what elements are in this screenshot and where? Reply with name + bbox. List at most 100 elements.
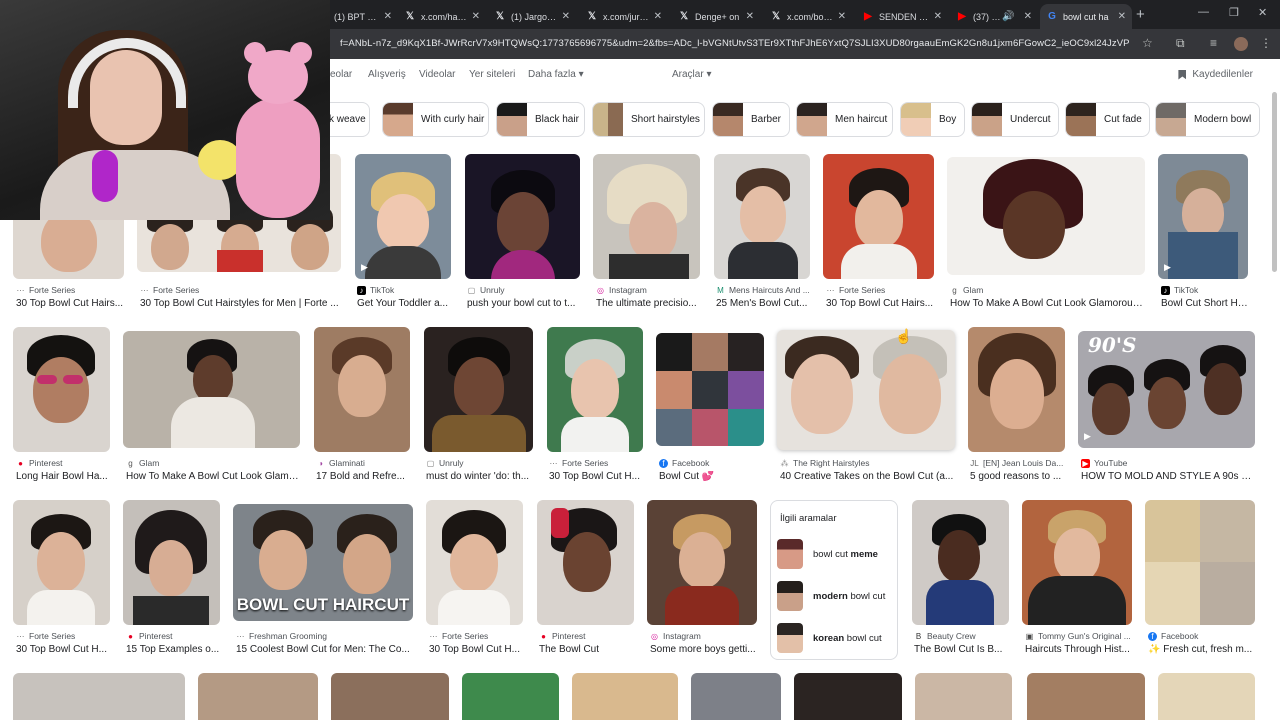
result-source[interactable]: ● Pinterest [126, 631, 222, 641]
result-source[interactable]: ♪ TikTok [357, 285, 453, 295]
result-caption[interactable]: 25 Men's Bowl Cut... [716, 298, 812, 309]
result-image[interactable] [13, 673, 185, 720]
result-caption[interactable]: 15 Coolest Bowl Cut for Men: The Co... [236, 644, 414, 655]
result-source[interactable]: JL [EN] Jean Louis Da... [970, 458, 1066, 468]
result-caption[interactable]: The Bowl Cut Is B... [914, 644, 1010, 655]
result-image[interactable] [572, 673, 678, 720]
nav-shopping[interactable]: Alışveriş [368, 69, 406, 80]
result-caption[interactable]: ✨ Fresh cut, fresh m... [1148, 644, 1256, 655]
result-caption[interactable]: Get Your Toddler a... [357, 298, 453, 309]
result-image[interactable] [947, 157, 1145, 275]
close-window-icon[interactable]: ✕ [1258, 6, 1267, 19]
result-source[interactable]: ● Pinterest [16, 458, 112, 468]
result-caption[interactable]: 30 Top Bowl Cut Hairs... [16, 298, 126, 309]
result-source[interactable]: ♪ TikTok [1161, 285, 1251, 295]
restore-icon[interactable]: ❐ [1229, 6, 1239, 19]
chip-short-hairstyles[interactable]: Short hairstyles [592, 102, 705, 137]
nav-more[interactable]: Daha fazla ▾ [528, 69, 584, 80]
chip-cut-fade[interactable]: Cut fade [1065, 102, 1150, 137]
result-image[interactable] [593, 154, 700, 279]
result-image[interactable] [1145, 500, 1255, 625]
browser-tab[interactable]: 𝕏x.com/jurnal ✕ [580, 4, 668, 29]
result-image[interactable]: ▶ [355, 154, 451, 279]
result-caption[interactable]: 30 Top Bowl Cut Hairs... [826, 298, 934, 309]
browser-tab[interactable]: 𝕏 (1) Jargon o ✕ [488, 4, 576, 29]
result-image[interactable] [462, 673, 559, 720]
result-caption[interactable]: 30 Top Bowl Cut H... [429, 644, 525, 655]
chip-modern-bowl[interactable]: Modern bowl [1155, 102, 1260, 137]
result-source[interactable]: ⁂ The Right Hairstyles [780, 458, 956, 468]
close-icon[interactable]: ✕ [562, 11, 570, 22]
chip-men-haircut[interactable]: Men haircut [796, 102, 893, 137]
result-image[interactable] [1158, 673, 1255, 720]
result-image[interactable] [1027, 673, 1145, 720]
result-caption[interactable]: HOW TO MOLD AND STYLE A 90s B... [1081, 471, 1256, 482]
result-image[interactable] [13, 500, 110, 625]
nav-videos[interactable]: Videolar [419, 69, 456, 80]
result-image[interactable] [424, 327, 533, 452]
result-source[interactable]: M Mens Haircuts And ... [716, 285, 812, 295]
result-image[interactable] [198, 673, 318, 720]
chip-barber[interactable]: Barber [712, 102, 790, 137]
result-image[interactable] [547, 327, 643, 452]
result-image[interactable]: BOWL CUT HAIRCUT [233, 504, 413, 621]
result-source[interactable]: ▢ Unruly [426, 458, 534, 468]
profile-avatar[interactable] [1234, 37, 1248, 51]
result-source[interactable]: ● Pinterest [539, 631, 635, 641]
result-caption[interactable]: 5 good reasons to ... [970, 471, 1066, 482]
result-caption[interactable]: push your bowl cut to t... [467, 298, 581, 309]
result-caption[interactable]: Bowl Cut 💕 [659, 471, 765, 482]
result-caption[interactable]: must do winter 'do: th... [426, 471, 534, 482]
nav-videos-partial[interactable]: eolar [330, 69, 352, 80]
result-source[interactable]: ⋯ Freshman Grooming [236, 631, 414, 641]
result-image[interactable] [537, 500, 634, 625]
result-source[interactable]: ◑ Glaminati [316, 458, 412, 468]
related-search-item[interactable]: modern bowl cut [777, 580, 895, 612]
menu-kebab-icon[interactable]: ⋮ [1260, 36, 1272, 50]
close-icon[interactable]: ✕ [934, 11, 942, 22]
result-image[interactable] [465, 154, 580, 279]
result-source[interactable]: f Facebook [1148, 631, 1256, 641]
close-icon[interactable]: ✕ [746, 11, 754, 22]
result-caption[interactable]: 40 Creative Takes on the Bowl Cut (a... [780, 471, 956, 482]
extensions-icon[interactable]: ⧉ [1176, 36, 1185, 51]
result-caption[interactable]: How To Make A Bowl Cut Look Glamo... [126, 471, 302, 482]
browser-tab[interactable]: (1) BPT on X ✕ [328, 4, 398, 29]
result-caption[interactable]: Long Hair Bowl Ha... [16, 471, 112, 482]
related-search-item[interactable]: bowl cut meme [777, 538, 895, 570]
result-source[interactable]: ⋯ Forte Series [16, 631, 112, 641]
result-image[interactable] [314, 327, 410, 452]
star-icon[interactable]: ☆ [1142, 36, 1153, 50]
result-source[interactable]: g Glam [126, 458, 302, 468]
result-source[interactable]: ⋯ Forte Series [549, 458, 645, 468]
result-image[interactable] [968, 327, 1065, 452]
result-source[interactable]: ▣ Tommy Gun's Original ... [1025, 631, 1133, 641]
minimize-icon[interactable]: — [1198, 6, 1209, 18]
result-image[interactable] [794, 673, 902, 720]
result-source[interactable]: ▢ Unruly [467, 285, 581, 295]
result-source[interactable]: ▶ YouTube [1081, 458, 1256, 468]
result-caption[interactable]: How To Make A Bowl Cut Look Glamorous ..… [950, 298, 1145, 309]
result-image[interactable] [123, 331, 300, 448]
result-caption[interactable]: 30 Top Bowl Cut H... [16, 644, 112, 655]
speaker-icon[interactable]: 🔊 [1002, 11, 1014, 23]
browser-tab[interactable]: 𝕏x.com/hallkt ✕ [398, 4, 486, 29]
close-icon[interactable]: ✕ [384, 11, 392, 22]
result-image[interactable] [656, 333, 764, 446]
result-source[interactable]: f Facebook [659, 458, 765, 468]
saved-button[interactable]: Kaydedilenler [1178, 69, 1253, 80]
result-image[interactable] [823, 154, 934, 279]
browser-tab[interactable]: 𝕏x.com/bosun ✕ [764, 4, 852, 29]
chip-boy[interactable]: Boy [900, 102, 965, 137]
result-caption[interactable]: Bowl Cut Short Hai... [1161, 298, 1251, 309]
result-image[interactable] [1022, 500, 1132, 625]
result-image-hovered[interactable] [777, 330, 955, 450]
result-image[interactable]: ▶ [1158, 154, 1248, 279]
result-caption[interactable]: 30 Top Bowl Cut Hairstyles for Men | For… [140, 298, 340, 309]
result-image[interactable] [714, 154, 810, 279]
result-image[interactable] [123, 500, 220, 625]
result-image[interactable] [13, 327, 110, 452]
nav-places[interactable]: Yer siteleri [469, 69, 515, 80]
result-source[interactable]: ◎ Instagram [596, 285, 701, 295]
close-icon[interactable]: ✕ [472, 11, 480, 22]
